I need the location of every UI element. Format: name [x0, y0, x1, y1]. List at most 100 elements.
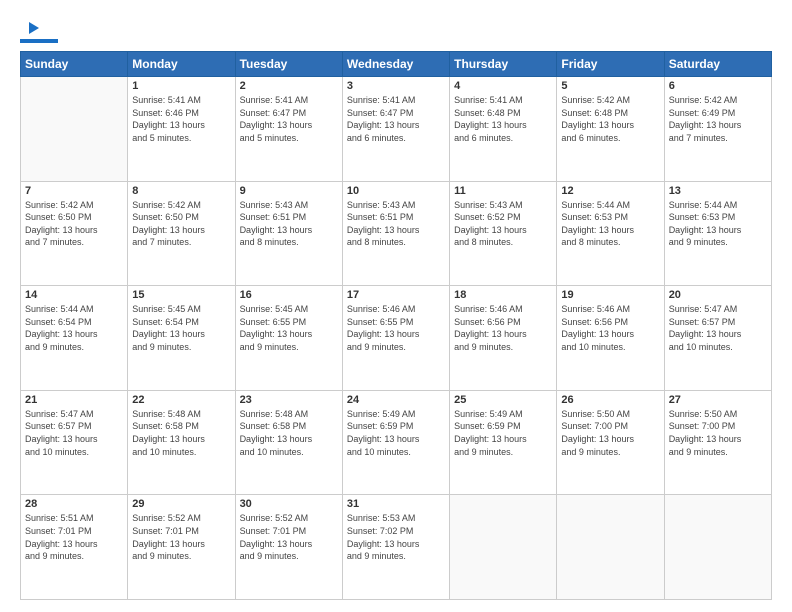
header [20, 18, 772, 43]
day-info: Sunrise: 5:41 AM Sunset: 6:47 PM Dayligh… [240, 94, 338, 144]
day-info: Sunrise: 5:41 AM Sunset: 6:48 PM Dayligh… [454, 94, 552, 144]
calendar-table: SundayMondayTuesdayWednesdayThursdayFrid… [20, 51, 772, 600]
weekday-header: Tuesday [235, 52, 342, 77]
calendar-day-cell: 27 Sunrise: 5:50 AM Sunset: 7:00 PM Dayli… [664, 390, 771, 495]
day-number: 26 [561, 394, 659, 406]
calendar-day-cell: 22Sunrise: 5:48 AM Sunset: 6:58 PM Dayli… [128, 390, 235, 495]
day-number: 12 [561, 185, 659, 197]
calendar-day-cell: 17 Sunrise: 5:46 AM Sunset: 6:55 PM Dayli… [342, 286, 449, 391]
day-info: Sunrise: 5:49 AM Sunset: 6:59 PM Dayligh… [347, 408, 445, 458]
day-number: 6 [669, 80, 767, 92]
day-number: 14 [25, 289, 123, 301]
calendar-day-cell: 10 Sunrise: 5:43 AM Sunset: 6:51 PM Dayli… [342, 181, 449, 286]
day-number: 4 [454, 80, 552, 92]
day-info: Sunrise: 5:48 AM Sunset: 6:58 PM Dayligh… [240, 408, 338, 458]
calendar-day-cell: 24 Sunrise: 5:49 AM Sunset: 6:59 PM Dayli… [342, 390, 449, 495]
calendar-week-row: 21 Sunrise: 5:47 AM Sunset: 6:57 PM Dayli… [21, 390, 772, 495]
day-info: Sunrise: 5:46 AM Sunset: 6:56 PM Dayligh… [561, 303, 659, 353]
day-number: 21 [25, 394, 123, 406]
day-number: 5 [561, 80, 659, 92]
calendar-day-cell [450, 495, 557, 600]
day-info: Sunrise: 5:44 AM Sunset: 6:54 PM Dayligh… [25, 303, 123, 353]
day-info: Sunrise: 5:48 AM Sunset: 6:58 PM Dayligh… [132, 408, 230, 458]
weekday-header: Monday [128, 52, 235, 77]
calendar-day-cell: 14 Sunrise: 5:44 AM Sunset: 6:54 PM Dayli… [21, 286, 128, 391]
day-info: Sunrise: 5:52 AM Sunset: 7:01 PM Dayligh… [132, 512, 230, 562]
day-info: Sunrise: 5:47 AM Sunset: 6:57 PM Dayligh… [25, 408, 123, 458]
day-number: 20 [669, 289, 767, 301]
calendar-day-cell [557, 495, 664, 600]
weekday-header: Thursday [450, 52, 557, 77]
calendar-day-cell: 18Sunrise: 5:46 AM Sunset: 6:56 PM Dayli… [450, 286, 557, 391]
day-info: Sunrise: 5:41 AM Sunset: 6:46 PM Dayligh… [132, 94, 230, 144]
calendar-day-cell: 29 Sunrise: 5:52 AM Sunset: 7:01 PM Dayli… [128, 495, 235, 600]
weekday-header: Saturday [664, 52, 771, 77]
day-info: Sunrise: 5:50 AM Sunset: 7:00 PM Dayligh… [669, 408, 767, 458]
day-info: Sunrise: 5:46 AM Sunset: 6:56 PM Dayligh… [454, 303, 552, 353]
day-number: 8 [132, 185, 230, 197]
page: SundayMondayTuesdayWednesdayThursdayFrid… [0, 0, 792, 612]
logo [20, 18, 60, 43]
day-number: 30 [240, 498, 338, 510]
day-number: 9 [240, 185, 338, 197]
weekday-header: Friday [557, 52, 664, 77]
calendar-header-row: SundayMondayTuesdayWednesdayThursdayFrid… [21, 52, 772, 77]
day-number: 19 [561, 289, 659, 301]
day-info: Sunrise: 5:45 AM Sunset: 6:54 PM Dayligh… [132, 303, 230, 353]
calendar-day-cell [21, 77, 128, 182]
calendar-day-cell: 12 Sunrise: 5:44 AM Sunset: 6:53 PM Dayli… [557, 181, 664, 286]
day-info: Sunrise: 5:51 AM Sunset: 7:01 PM Dayligh… [25, 512, 123, 562]
calendar-day-cell: 1 Sunrise: 5:41 AM Sunset: 6:46 PM Daylig… [128, 77, 235, 182]
calendar-week-row: 14 Sunrise: 5:44 AM Sunset: 6:54 PM Dayli… [21, 286, 772, 391]
calendar-day-cell: 23 Sunrise: 5:48 AM Sunset: 6:58 PM Dayli… [235, 390, 342, 495]
day-info: Sunrise: 5:42 AM Sunset: 6:49 PM Dayligh… [669, 94, 767, 144]
calendar-day-cell: 7Sunrise: 5:42 AM Sunset: 6:50 PM Daylig… [21, 181, 128, 286]
day-info: Sunrise: 5:44 AM Sunset: 6:53 PM Dayligh… [561, 199, 659, 249]
day-number: 24 [347, 394, 445, 406]
day-number: 16 [240, 289, 338, 301]
calendar-week-row: 28 Sunrise: 5:51 AM Sunset: 7:01 PM Dayli… [21, 495, 772, 600]
day-number: 3 [347, 80, 445, 92]
day-info: Sunrise: 5:45 AM Sunset: 6:55 PM Dayligh… [240, 303, 338, 353]
day-number: 28 [25, 498, 123, 510]
day-info: Sunrise: 5:43 AM Sunset: 6:51 PM Dayligh… [347, 199, 445, 249]
weekday-header: Sunday [21, 52, 128, 77]
day-info: Sunrise: 5:42 AM Sunset: 6:48 PM Dayligh… [561, 94, 659, 144]
calendar-day-cell: 15 Sunrise: 5:45 AM Sunset: 6:54 PM Dayli… [128, 286, 235, 391]
calendar-day-cell: 4 Sunrise: 5:41 AM Sunset: 6:48 PM Daylig… [450, 77, 557, 182]
day-info: Sunrise: 5:47 AM Sunset: 6:57 PM Dayligh… [669, 303, 767, 353]
logo-icon [21, 18, 41, 38]
day-number: 29 [132, 498, 230, 510]
day-number: 15 [132, 289, 230, 301]
day-number: 1 [132, 80, 230, 92]
day-info: Sunrise: 5:46 AM Sunset: 6:55 PM Dayligh… [347, 303, 445, 353]
calendar-day-cell: 11Sunrise: 5:43 AM Sunset: 6:52 PM Dayli… [450, 181, 557, 286]
calendar-day-cell: 8 Sunrise: 5:42 AM Sunset: 6:50 PM Daylig… [128, 181, 235, 286]
day-number: 13 [669, 185, 767, 197]
calendar-week-row: 1 Sunrise: 5:41 AM Sunset: 6:46 PM Daylig… [21, 77, 772, 182]
day-info: Sunrise: 5:52 AM Sunset: 7:01 PM Dayligh… [240, 512, 338, 562]
day-number: 2 [240, 80, 338, 92]
day-number: 10 [347, 185, 445, 197]
day-info: Sunrise: 5:53 AM Sunset: 7:02 PM Dayligh… [347, 512, 445, 562]
calendar-day-cell: 31 Sunrise: 5:53 AM Sunset: 7:02 PM Dayli… [342, 495, 449, 600]
calendar-day-cell: 21 Sunrise: 5:47 AM Sunset: 6:57 PM Dayli… [21, 390, 128, 495]
day-number: 31 [347, 498, 445, 510]
calendar-day-cell: 28 Sunrise: 5:51 AM Sunset: 7:01 PM Dayli… [21, 495, 128, 600]
calendar-day-cell: 5 Sunrise: 5:42 AM Sunset: 6:48 PM Daylig… [557, 77, 664, 182]
day-number: 17 [347, 289, 445, 301]
day-info: Sunrise: 5:50 AM Sunset: 7:00 PM Dayligh… [561, 408, 659, 458]
day-number: 11 [454, 185, 552, 197]
day-number: 25 [454, 394, 552, 406]
calendar-day-cell: 9Sunrise: 5:43 AM Sunset: 6:51 PM Daylig… [235, 181, 342, 286]
day-info: Sunrise: 5:49 AM Sunset: 6:59 PM Dayligh… [454, 408, 552, 458]
calendar-day-cell: 19 Sunrise: 5:46 AM Sunset: 6:56 PM Dayli… [557, 286, 664, 391]
day-number: 27 [669, 394, 767, 406]
day-info: Sunrise: 5:42 AM Sunset: 6:50 PM Dayligh… [132, 199, 230, 249]
calendar-day-cell: 20 Sunrise: 5:47 AM Sunset: 6:57 PM Dayli… [664, 286, 771, 391]
weekday-header: Wednesday [342, 52, 449, 77]
calendar-day-cell [664, 495, 771, 600]
day-number: 23 [240, 394, 338, 406]
calendar-day-cell: 3Sunrise: 5:41 AM Sunset: 6:47 PM Daylig… [342, 77, 449, 182]
day-info: Sunrise: 5:44 AM Sunset: 6:53 PM Dayligh… [669, 199, 767, 249]
